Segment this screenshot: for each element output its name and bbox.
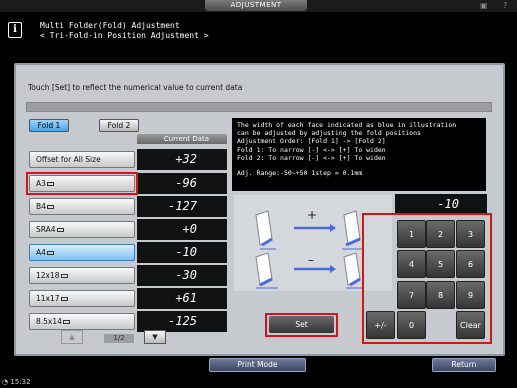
paper-landscape-icon	[56, 228, 64, 232]
fold-paper-icon	[255, 210, 276, 250]
paper-landscape-icon	[60, 297, 68, 301]
info-icon: i	[8, 22, 22, 38]
page-indicator: 1/2	[104, 334, 134, 343]
row-label: 11x17	[36, 294, 60, 303]
row-value: -127	[137, 196, 227, 217]
paper-landscape-icon	[62, 320, 70, 324]
highlight-box-set	[265, 313, 338, 337]
clock: ◔ 15:32	[2, 378, 31, 386]
desc-line: Fold 2: To narrow [-] <-> [+] To widen	[237, 153, 386, 162]
fold-paper-icon	[255, 252, 278, 289]
row-value: -10	[137, 242, 227, 263]
row-label: Offset for All Size	[36, 155, 101, 164]
fold-paper-icon	[343, 252, 362, 289]
row-8.5x14[interactable]: 8.5x14	[29, 313, 135, 330]
paper-landscape-icon	[46, 251, 54, 255]
desc-line: Adjustment Order: [Fold 1] -> [Fold 2]	[237, 137, 386, 146]
plus-label: +	[307, 208, 318, 222]
row-label: 8.5x14	[36, 317, 62, 326]
description-box: The width of each face indicated as blue…	[232, 118, 486, 191]
row-label: SRA4	[36, 225, 56, 234]
tab-fold-1[interactable]: Fold 1	[29, 119, 69, 132]
row-offset-all[interactable]: Offset for All Size	[29, 151, 135, 168]
row-value: -96	[137, 173, 227, 194]
desc-line: can be adjusted by adjusting the fold po…	[237, 129, 421, 138]
highlight-box-keypad	[362, 213, 492, 344]
row-a4[interactable]: A4	[29, 244, 135, 261]
row-label: A4	[36, 248, 46, 257]
paper-landscape-icon	[46, 205, 54, 209]
tab-fold-2[interactable]: Fold 2	[99, 119, 139, 132]
input-value-display: -10	[395, 194, 487, 214]
divider-bar	[26, 102, 492, 112]
page-up-button[interactable]: ▲	[61, 330, 83, 344]
print-mode-button[interactable]: Print Mode	[209, 358, 306, 372]
paper-landscape-icon	[60, 274, 68, 278]
row-label: B4	[36, 202, 46, 211]
desc-line: Fold 1: To narrow [-] <-> [+] To widen	[237, 145, 386, 154]
arrow-head-icon	[330, 265, 336, 273]
row-b4[interactable]: B4	[29, 198, 135, 215]
page-down-button[interactable]: ▼	[144, 330, 166, 344]
clock-time: 15:32	[10, 378, 31, 386]
fold-paper-icon	[342, 210, 364, 250]
help-button[interactable]: ?	[503, 1, 507, 10]
desc-line: The width of each face indicated as blue…	[237, 121, 457, 129]
current-data-header: Current Data	[137, 134, 227, 144]
minus-label: –	[308, 253, 314, 267]
row-value: +61	[137, 288, 227, 309]
row-value: -125	[137, 311, 227, 332]
desc-line: Adj. Range:-50~+50 1step = 0.1mm	[237, 169, 363, 178]
highlight-box-a3	[26, 172, 138, 195]
page-title: Multi Folder(Fold) Adjustment	[40, 21, 180, 30]
row-label: 12x18	[36, 271, 60, 280]
row-sra4[interactable]: SRA4	[29, 221, 135, 238]
row-11x17[interactable]: 11x17	[29, 290, 135, 307]
return-button[interactable]: Return	[432, 358, 496, 372]
row-value: +0	[137, 219, 227, 240]
row-value: -30	[137, 265, 227, 286]
arrow-head-icon	[330, 224, 336, 232]
screen-tab: ADJUSTMENT	[205, 0, 307, 11]
page-subtitle: < Tri-Fold-in Position Adjustment >	[40, 31, 209, 40]
instruction-text: Touch [Set] to reflect the numerical val…	[28, 83, 243, 92]
lock-icon: ▣	[480, 1, 488, 10]
row-value: +32	[137, 149, 227, 170]
row-12x18[interactable]: 12x18	[29, 267, 135, 284]
